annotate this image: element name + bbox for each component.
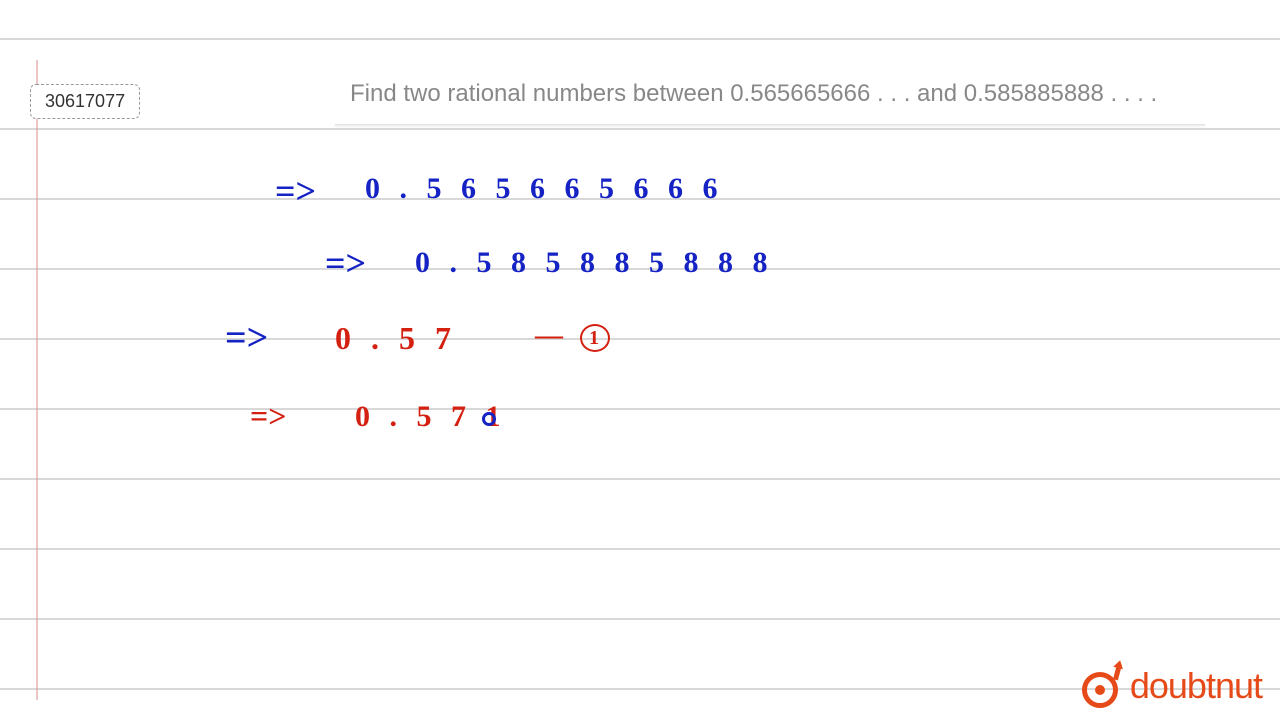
number1-blue: 0 . 5 6 5 6 6 5 6 6 6 [365,172,724,206]
question-underline [335,124,1205,126]
brand-name: doubtnut [1130,665,1262,707]
question-id-box: 30617077 [30,84,140,119]
circled-number-icon: 1 [580,324,610,352]
arrow-line2: => [325,242,366,284]
question-id: 30617077 [45,91,125,111]
arrow-line1: => [275,170,316,212]
ruled-paper-background [0,0,1280,720]
brand-logo: doubtnut [1082,664,1262,708]
number2-blue: 0 . 5 8 5 8 8 5 8 8 8 [415,246,774,280]
question-text: Find two rational numbers between 0.5656… [350,80,1157,108]
margin-line [36,60,38,700]
answer1-red: 0 . 5 7 [335,320,457,357]
answer1-marker: — 1 [535,320,610,352]
dash-icon: — [535,320,565,351]
arrow-line3: => [225,316,268,360]
doubtnut-icon [1082,664,1126,708]
arrow-line4: => [250,398,286,435]
cursor-indicator-icon [482,412,496,426]
